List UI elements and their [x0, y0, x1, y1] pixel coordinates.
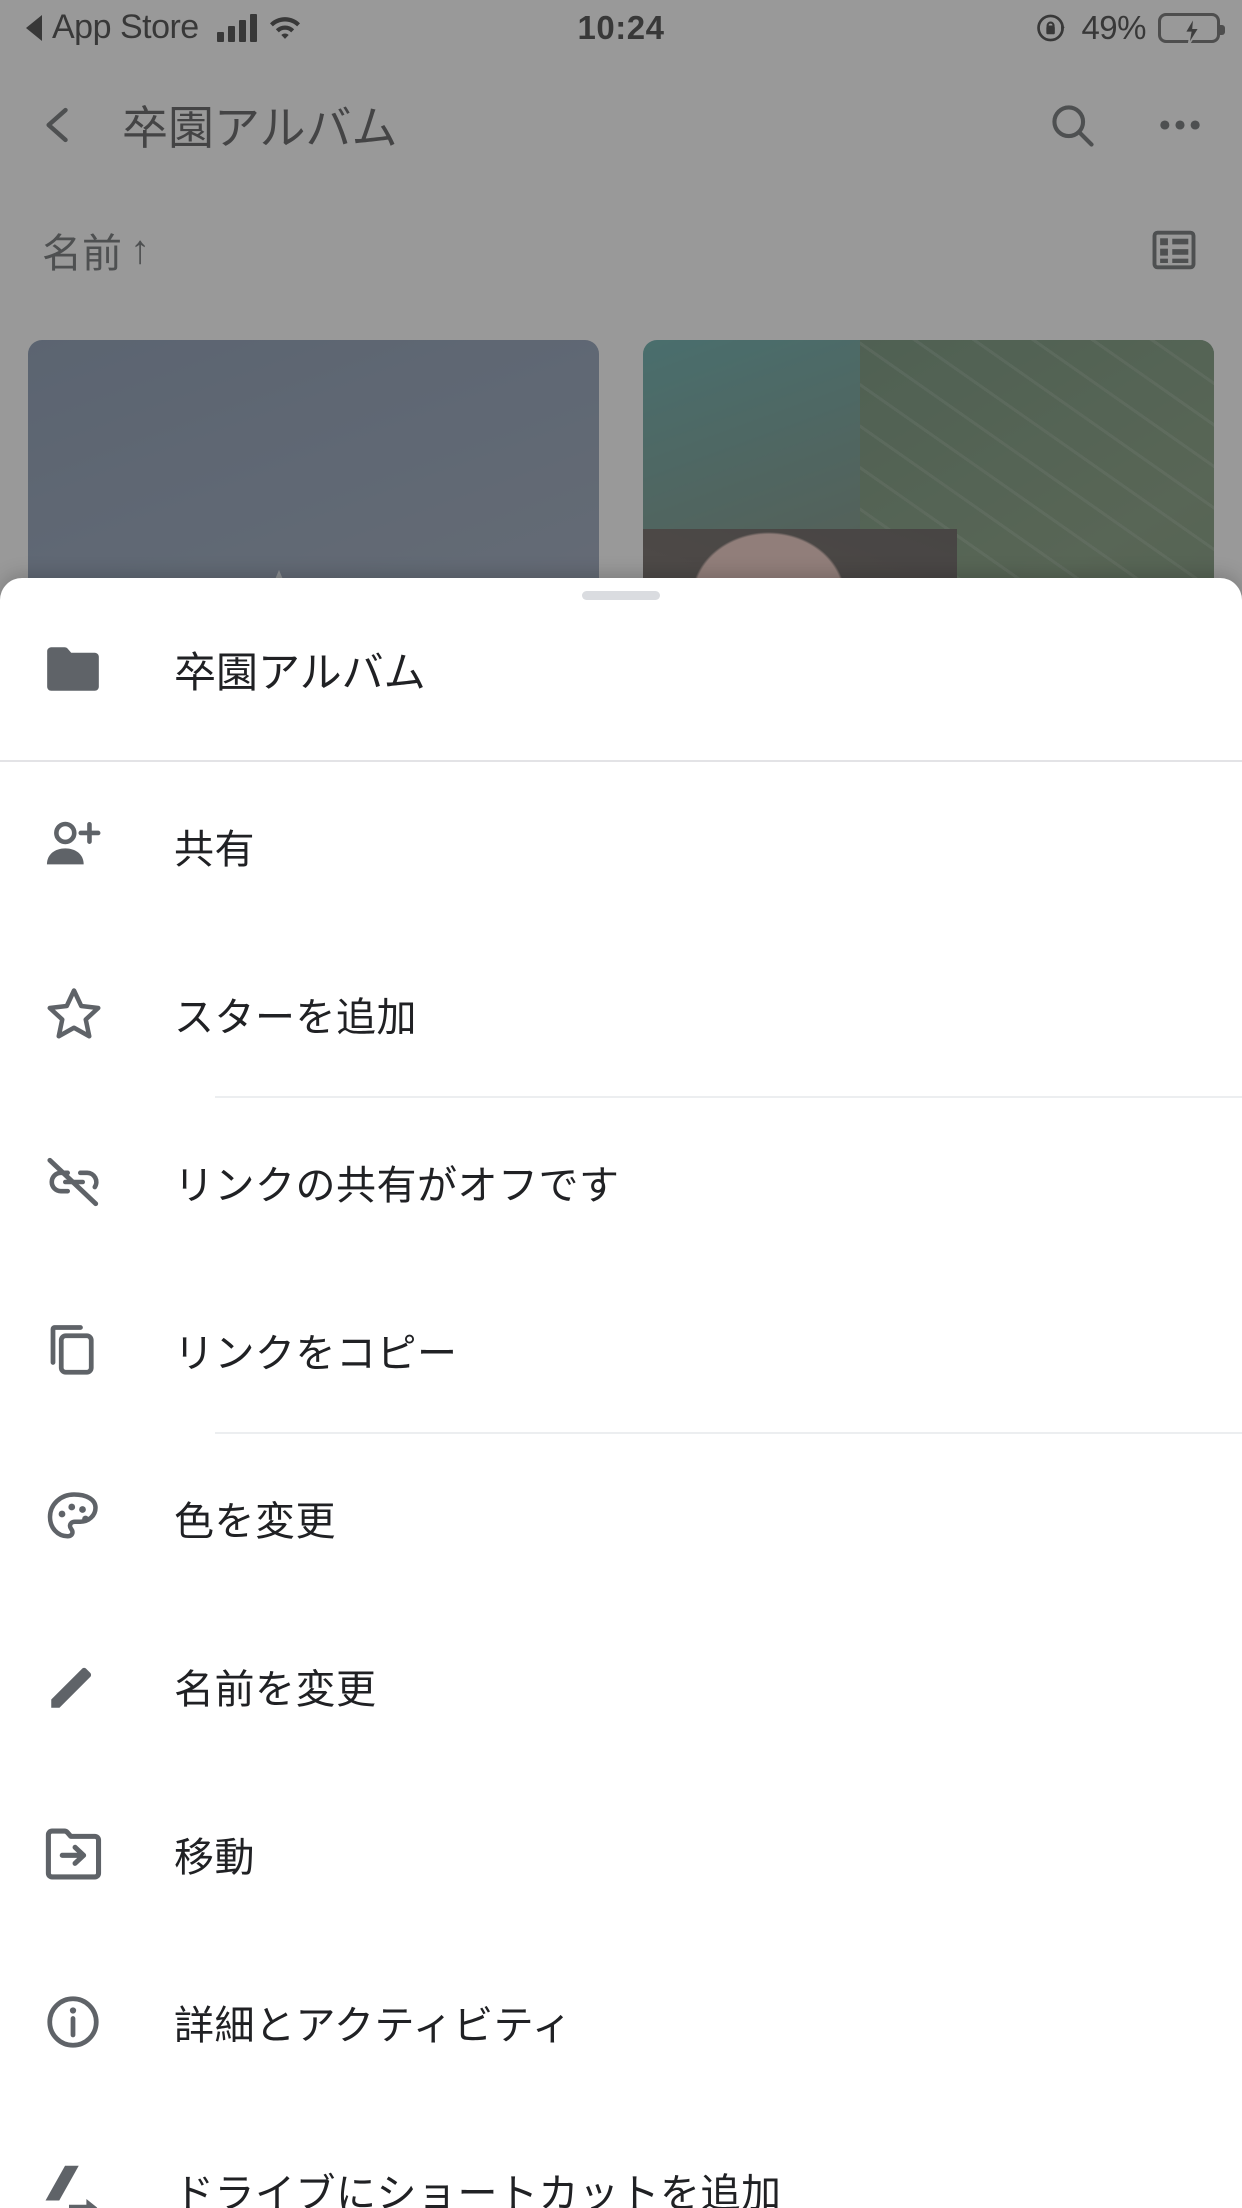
folder-move-icon	[42, 1826, 138, 1882]
menu-item-label: リンクをコピー	[174, 1332, 458, 1376]
menu-item-label: リンクの共有がオフです	[174, 1164, 620, 1208]
folder-icon	[42, 643, 138, 695]
info-circle-icon	[42, 1992, 138, 2052]
menu-item-label: 移動	[174, 1836, 255, 1880]
pencil-icon	[42, 1657, 138, 1715]
copy-link-icon	[42, 1320, 138, 1380]
drive-shortcut-icon	[42, 2161, 138, 2208]
menu-item-label: 色を変更	[174, 1500, 336, 1544]
bottom-sheet: 卒園アルバム 共有 スターを追加 リンクの共有がオフです リンクをコピー 色を変…	[0, 578, 1242, 2208]
menu-item-link-sharing-off[interactable]: リンクの共有がオフです	[0, 1098, 1242, 1266]
link-off-icon	[42, 1153, 138, 1211]
menu-item-move[interactable]: 移動	[0, 1770, 1242, 1938]
menu-item-copy-link[interactable]: リンクをコピー	[0, 1266, 1242, 1434]
menu-item-label: 共有	[174, 828, 255, 872]
menu-item-add-star[interactable]: スターを追加	[0, 930, 1242, 1098]
menu-item-rename[interactable]: 名前を変更	[0, 1602, 1242, 1770]
menu-item-change-color[interactable]: 色を変更	[0, 1434, 1242, 1602]
menu-item-label: 名前を変更	[174, 1668, 377, 1712]
menu-list: 共有 スターを追加 リンクの共有がオフです リンクをコピー 色を変更 名前を変更…	[0, 762, 1242, 2208]
palette-icon	[42, 1488, 138, 1548]
menu-item-add-shortcut-to-drive[interactable]: ドライブにショートカットを追加	[0, 2106, 1242, 2208]
menu-item-label: ドライブにショートカットを追加	[174, 2172, 782, 2208]
sheet-header: 卒園アルバム	[0, 578, 1242, 760]
person-add-icon	[42, 817, 138, 875]
menu-item-share[interactable]: 共有	[0, 762, 1242, 930]
menu-item-label: 詳細とアクティビティ	[174, 2004, 573, 2048]
sheet-title: 卒園アルバム	[174, 648, 426, 696]
menu-item-label: スターを追加	[174, 996, 417, 1040]
menu-item-details-activity[interactable]: 詳細とアクティビティ	[0, 1938, 1242, 2106]
star-outline-icon	[42, 984, 138, 1044]
screen-root: App Store 10:24	[0, 0, 1242, 2208]
